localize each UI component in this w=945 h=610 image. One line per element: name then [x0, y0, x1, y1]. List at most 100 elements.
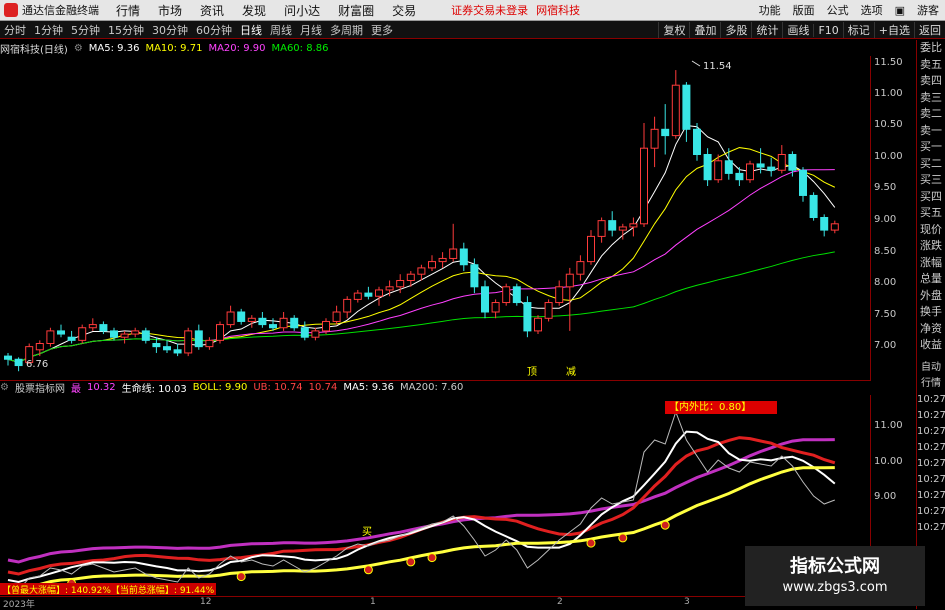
period-daily[interactable]: 日线: [236, 22, 266, 38]
candle-body[interactable]: [820, 217, 829, 231]
candle-body[interactable]: [78, 327, 87, 341]
candle-body[interactable]: [661, 128, 670, 137]
auto-quote-button[interactable]: 自动: [917, 360, 945, 376]
candlestick-chart[interactable]: 11.54 6.76 顶 减: [0, 56, 870, 381]
candle-body[interactable]: [565, 273, 574, 288]
stats-button[interactable]: 统计: [751, 22, 782, 38]
candle-body[interactable]: [364, 292, 373, 297]
candle-body[interactable]: [640, 147, 648, 225]
indicator-chart[interactable]: 买: [0, 395, 870, 595]
candle-body[interactable]: [746, 163, 754, 181]
candle-body[interactable]: [35, 343, 44, 351]
indicator-settings-icon[interactable]: ⚙: [0, 382, 9, 393]
candle-body[interactable]: [502, 286, 511, 304]
guest-button[interactable]: 游客: [911, 2, 945, 18]
candle-body[interactable]: [788, 154, 797, 171]
candle-body[interactable]: [88, 324, 97, 329]
candle-body[interactable]: [120, 333, 129, 338]
candle-body[interactable]: [46, 330, 55, 344]
candle-body[interactable]: [385, 286, 394, 291]
candle-body[interactable]: [544, 302, 553, 319]
candle-body[interactable]: [290, 317, 299, 329]
menu-wealth[interactable]: 财富圈: [329, 2, 383, 19]
menu-assistant[interactable]: 问小达: [275, 2, 329, 19]
multi-stock-button[interactable]: 多股: [720, 22, 751, 38]
back-button[interactable]: 返回: [914, 22, 945, 38]
window-icon[interactable]: ▣: [889, 4, 911, 17]
menu-market[interactable]: 市场: [149, 2, 191, 19]
candle-body[interactable]: [258, 317, 267, 326]
function-button[interactable]: 功能: [753, 2, 787, 18]
candle-body[interactable]: [777, 154, 786, 171]
period-weekly[interactable]: 周线: [266, 22, 296, 38]
period-monthly[interactable]: 月线: [296, 22, 326, 38]
candle-body[interactable]: [226, 311, 235, 326]
candle-body[interactable]: [629, 223, 638, 228]
candle-body[interactable]: [576, 261, 585, 275]
candle-body[interactable]: [163, 346, 171, 351]
candle-body[interactable]: [597, 220, 606, 237]
candle-body[interactable]: [512, 286, 521, 304]
layout-button[interactable]: 版面: [787, 2, 821, 18]
candle-body[interactable]: [555, 286, 564, 304]
indicator-name[interactable]: 股票指标网: [15, 380, 65, 395]
candle-body[interactable]: [417, 267, 426, 275]
candle-body[interactable]: [173, 349, 182, 354]
candle-body[interactable]: [194, 330, 203, 348]
login-warning[interactable]: 证券交易未登录: [451, 2, 528, 18]
quote-tab[interactable]: 行情: [917, 376, 945, 392]
options-button[interactable]: 选项: [855, 2, 889, 18]
candle-body[interactable]: [311, 330, 320, 338]
candle-body[interactable]: [459, 248, 468, 266]
candle-body[interactable]: [671, 84, 680, 137]
period-1min[interactable]: 1分钟: [30, 22, 67, 38]
candle-body[interactable]: [375, 289, 383, 297]
period-more[interactable]: 更多: [367, 22, 397, 38]
restore-rights-button[interactable]: 复权: [658, 22, 689, 38]
formula-button[interactable]: 公式: [821, 2, 855, 18]
candle-body[interactable]: [481, 286, 489, 313]
candle-body[interactable]: [703, 154, 712, 181]
period-60min[interactable]: 60分钟: [192, 22, 236, 38]
candle-body[interactable]: [332, 311, 341, 322]
candle-body[interactable]: [830, 223, 839, 231]
candle-body[interactable]: [735, 172, 744, 181]
candle-body[interactable]: [322, 320, 330, 332]
candle-body[interactable]: [353, 292, 362, 300]
candle-body[interactable]: [279, 317, 288, 329]
candle-body[interactable]: [523, 302, 532, 332]
candle-body[interactable]: [57, 330, 65, 335]
candle-body[interactable]: [247, 317, 256, 322]
candle-body[interactable]: [14, 358, 23, 367]
candle-body[interactable]: [67, 336, 76, 341]
candle-body[interactable]: [587, 235, 595, 263]
candle-body[interactable]: [534, 317, 542, 332]
candle-body[interactable]: [152, 343, 161, 348]
candle-body[interactable]: [714, 160, 723, 181]
period-multi[interactable]: 多周期: [326, 22, 367, 38]
candle-body[interactable]: [682, 84, 691, 130]
add-watchlist-button[interactable]: +自选: [873, 22, 914, 38]
f10-button[interactable]: F10: [813, 23, 842, 37]
candle-body[interactable]: [131, 330, 140, 335]
candle-body[interactable]: [4, 355, 12, 360]
period-15min[interactable]: 15分钟: [104, 22, 148, 38]
menu-discover[interactable]: 发现: [233, 2, 275, 19]
candle-body[interactable]: [799, 169, 807, 196]
candle-body[interactable]: [110, 330, 118, 338]
candle-body[interactable]: [767, 166, 776, 171]
overlay-button[interactable]: 叠加: [689, 22, 720, 38]
mark-button[interactable]: 标记: [842, 22, 874, 38]
candle-body[interactable]: [396, 280, 405, 288]
candle-body[interactable]: [184, 330, 193, 354]
candle-body[interactable]: [141, 330, 150, 341]
candle-body[interactable]: [216, 324, 224, 341]
candle-body[interactable]: [756, 163, 765, 168]
candle-body[interactable]: [99, 324, 108, 332]
period-30min[interactable]: 30分钟: [148, 22, 192, 38]
period-5min[interactable]: 5分钟: [67, 22, 104, 38]
draw-line-button[interactable]: 画线: [782, 22, 813, 38]
candle-body[interactable]: [608, 220, 617, 231]
settings-icon[interactable]: ⚙: [74, 43, 83, 54]
menu-news[interactable]: 资讯: [191, 2, 233, 19]
